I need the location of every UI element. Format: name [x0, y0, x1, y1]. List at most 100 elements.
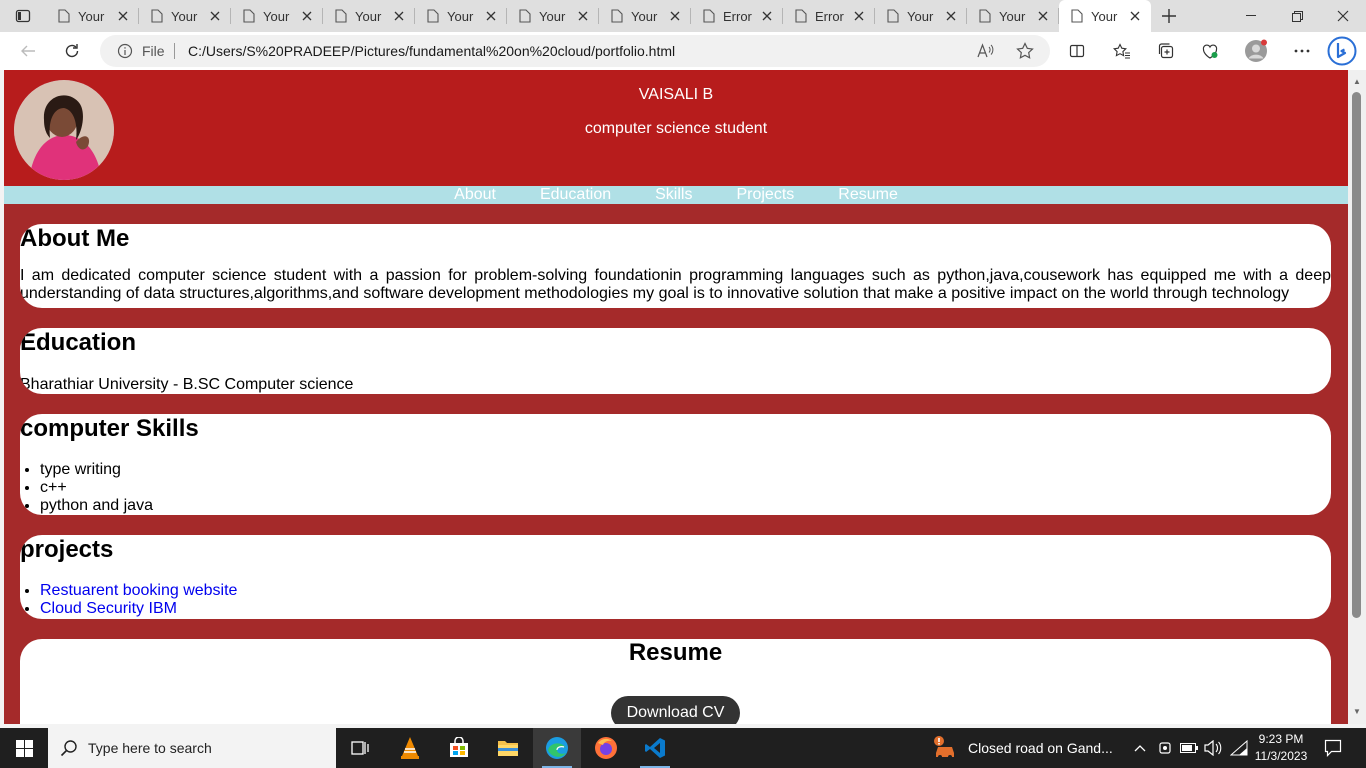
nav-link-about[interactable]: About — [454, 186, 496, 204]
bing-copilot-icon[interactable] — [1325, 34, 1359, 68]
taskbar-search-box[interactable]: Type here to search — [48, 728, 336, 768]
clock-time: 9:23 PM — [1258, 732, 1304, 746]
tab-title: Your — [1091, 8, 1118, 24]
site-owner-role: computer science student — [584, 120, 768, 137]
close-tab-icon[interactable] — [759, 8, 775, 24]
restore-icon[interactable] — [1274, 0, 1320, 32]
project-link[interactable]: Restuarent booking website — [40, 582, 237, 599]
download-cv-button[interactable]: Download CV — [611, 696, 740, 724]
address-bar[interactable]: File C:/Users/S%20PRADEEP/Pictures/funda… — [100, 35, 1050, 67]
skill-item: type writing — [40, 461, 1331, 479]
page-icon — [887, 9, 899, 23]
close-tab-icon[interactable] — [115, 8, 131, 24]
close-tab-icon[interactable] — [483, 8, 499, 24]
page-icon — [427, 9, 439, 23]
file-explorer-icon[interactable] — [484, 728, 532, 768]
tab-title: Error — [723, 8, 752, 24]
close-tab-icon[interactable] — [943, 8, 959, 24]
tab-title: Your — [447, 8, 474, 24]
resume-section: Resume Download CV — [20, 639, 1331, 724]
project-link[interactable]: Cloud Security IBM — [40, 600, 177, 617]
skill-item: python and java — [40, 497, 1331, 515]
browser-tab-active[interactable]: Your — [1059, 0, 1151, 32]
nav-link-education[interactable]: Education — [540, 186, 611, 204]
close-tab-icon[interactable] — [391, 8, 407, 24]
skills-list: type writing c++ python and java — [40, 461, 1331, 515]
back-icon[interactable] — [10, 36, 46, 66]
edge-taskbar-icon[interactable] — [533, 728, 581, 768]
browser-tab[interactable]: Your — [231, 0, 323, 32]
minimize-icon[interactable] — [1228, 0, 1274, 32]
education-text: Bharathiar University - B.SC Computer sc… — [20, 376, 354, 393]
nav-link-projects[interactable]: Projects — [736, 186, 794, 204]
projects-section: projects Restuarent booking website Clou… — [20, 535, 1331, 619]
vscode-icon[interactable] — [631, 728, 679, 768]
profile-avatar[interactable] — [1238, 36, 1274, 66]
read-aloud-icon[interactable] — [972, 35, 1000, 67]
split-screen-icon[interactable] — [1059, 36, 1095, 66]
browser-tab[interactable]: Your — [415, 0, 507, 32]
favorite-star-icon[interactable] — [1011, 35, 1039, 67]
browser-tab[interactable]: Your — [323, 0, 415, 32]
close-tab-icon[interactable] — [207, 8, 223, 24]
browser-essentials-icon[interactable] — [1192, 36, 1228, 66]
meet-now-icon[interactable] — [1155, 728, 1175, 768]
more-options-icon[interactable] — [1284, 36, 1320, 66]
page-scrollbar[interactable]: ▲ ▼ — [1348, 70, 1366, 724]
browser-tab[interactable]: Your — [599, 0, 691, 32]
close-tab-icon[interactable] — [1127, 8, 1143, 24]
system-clock[interactable]: 9:23 PM 11/3/2023 — [1252, 731, 1310, 765]
close-window-icon[interactable] — [1320, 0, 1366, 32]
close-tab-icon[interactable] — [1035, 8, 1051, 24]
windows-logo-icon — [15, 739, 33, 757]
scroll-down-icon[interactable]: ▼ — [1352, 706, 1362, 716]
browser-tab[interactable]: Your — [139, 0, 231, 32]
favorites-icon[interactable] — [1104, 36, 1140, 66]
tab-actions-menu-icon[interactable] — [0, 0, 46, 32]
wifi-icon[interactable] — [1228, 728, 1250, 768]
battery-icon[interactable] — [1179, 728, 1199, 768]
close-tab-icon[interactable] — [299, 8, 315, 24]
refresh-icon[interactable] — [54, 36, 90, 66]
volume-icon[interactable] — [1202, 728, 1224, 768]
page-icon — [151, 9, 163, 23]
firefox-icon[interactable] — [582, 728, 630, 768]
site-nav: About Education Skills Projects Resume — [4, 186, 1348, 204]
microsoft-store-icon[interactable] — [435, 728, 483, 768]
browser-tab[interactable]: Your — [875, 0, 967, 32]
task-view-icon[interactable] — [336, 728, 384, 768]
close-tab-icon[interactable] — [851, 8, 867, 24]
scroll-up-icon[interactable]: ▲ — [1352, 76, 1362, 86]
browser-tab[interactable]: Error — [783, 0, 875, 32]
notifications-icon[interactable] — [1318, 728, 1348, 768]
skills-title: computer Skills — [20, 415, 199, 442]
browser-toolbar: File C:/Users/S%20PRADEEP/Pictures/funda… — [0, 32, 1366, 70]
browser-tab[interactable]: Your — [46, 0, 139, 32]
browser-tab[interactable]: Error — [691, 0, 783, 32]
close-tab-icon[interactable] — [575, 8, 591, 24]
news-widget[interactable]: Closed road on Gand... — [932, 728, 1113, 768]
new-tab-icon[interactable] — [1151, 0, 1187, 32]
browser-tab[interactable]: Your — [507, 0, 599, 32]
browser-tab[interactable]: Your — [967, 0, 1059, 32]
page-viewport: VAISALI B computer science student About… — [4, 70, 1348, 724]
nav-link-resume[interactable]: Resume — [838, 186, 898, 204]
page-icon — [979, 9, 991, 23]
site-info-button[interactable]: File — [117, 43, 165, 59]
tab-title: Your — [171, 8, 198, 24]
page-icon — [1071, 9, 1083, 23]
address-url[interactable]: C:/Users/S%20PRADEEP/Pictures/fundamenta… — [188, 43, 675, 59]
site-header: VAISALI B computer science student — [4, 70, 1348, 186]
start-button[interactable] — [0, 728, 48, 768]
nav-link-skills[interactable]: Skills — [655, 186, 692, 204]
collections-icon[interactable] — [1148, 36, 1184, 66]
page-icon — [58, 9, 70, 23]
tab-title: Your — [539, 8, 566, 24]
about-section: About Me I am dedicated computer science… — [20, 224, 1331, 308]
scroll-thumb[interactable] — [1352, 92, 1361, 618]
close-tab-icon[interactable] — [667, 8, 683, 24]
tab-title: Your — [355, 8, 382, 24]
vlc-icon[interactable] — [386, 728, 434, 768]
show-hidden-icons-chevron-icon[interactable] — [1130, 728, 1150, 768]
clock-date: 11/3/2023 — [1254, 749, 1308, 763]
